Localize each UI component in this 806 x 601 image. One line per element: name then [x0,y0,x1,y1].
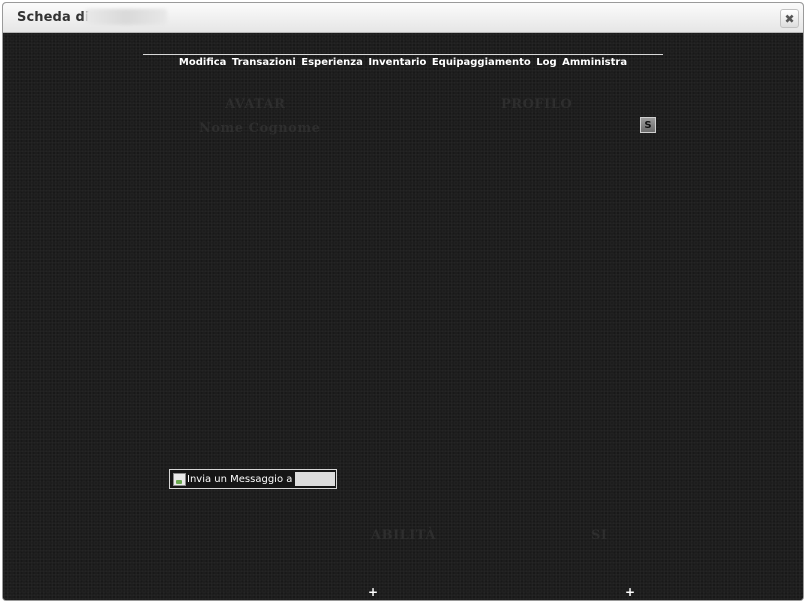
character-name-heading: Nome Cognome [199,121,321,136]
broken-image-icon [173,472,186,486]
nav-item-inventario[interactable]: Inventario [368,57,426,68]
nav-item-log[interactable]: Log [536,57,556,68]
nav-item-modifica[interactable]: Modifica [179,57,227,68]
faded-right-heading: SI [591,528,608,543]
nav-item-equipaggiamento[interactable]: Equipaggiamento [432,57,531,68]
expand-left-icon[interactable]: + [368,586,378,598]
edit-square-icon[interactable]: S [640,117,656,133]
send-message-button[interactable]: Invia un Messaggio a [169,469,337,489]
redacted-recipient-name [295,472,336,486]
nav-divider [143,54,663,55]
close-button[interactable]: ✖ [780,9,799,28]
dialog-titlebar[interactable]: Scheda di ✖ [3,3,803,33]
character-sheet-dialog: Scheda di ✖ Modifica Transazioni Esperie… [2,2,804,601]
nav-item-esperienza[interactable]: Esperienza [301,57,363,68]
avatar-heading: AVATAR [225,97,286,112]
nav-item-amministra[interactable]: Amministra [562,57,627,68]
send-message-label: Invia un Messaggio a [187,473,293,485]
abilita-heading: ABILITÀ [371,528,436,543]
dialog-title: Scheda di [17,10,90,25]
sheet-nav: Modifica Transazioni Esperienza Inventar… [143,57,663,68]
dialog-content: Modifica Transazioni Esperienza Inventar… [3,33,803,600]
redacted-character-name [85,9,167,25]
profilo-heading: PROFILO [501,97,573,112]
expand-right-icon[interactable]: + [625,586,635,598]
nav-item-transazioni[interactable]: Transazioni [232,57,296,68]
close-icon: ✖ [784,11,795,26]
